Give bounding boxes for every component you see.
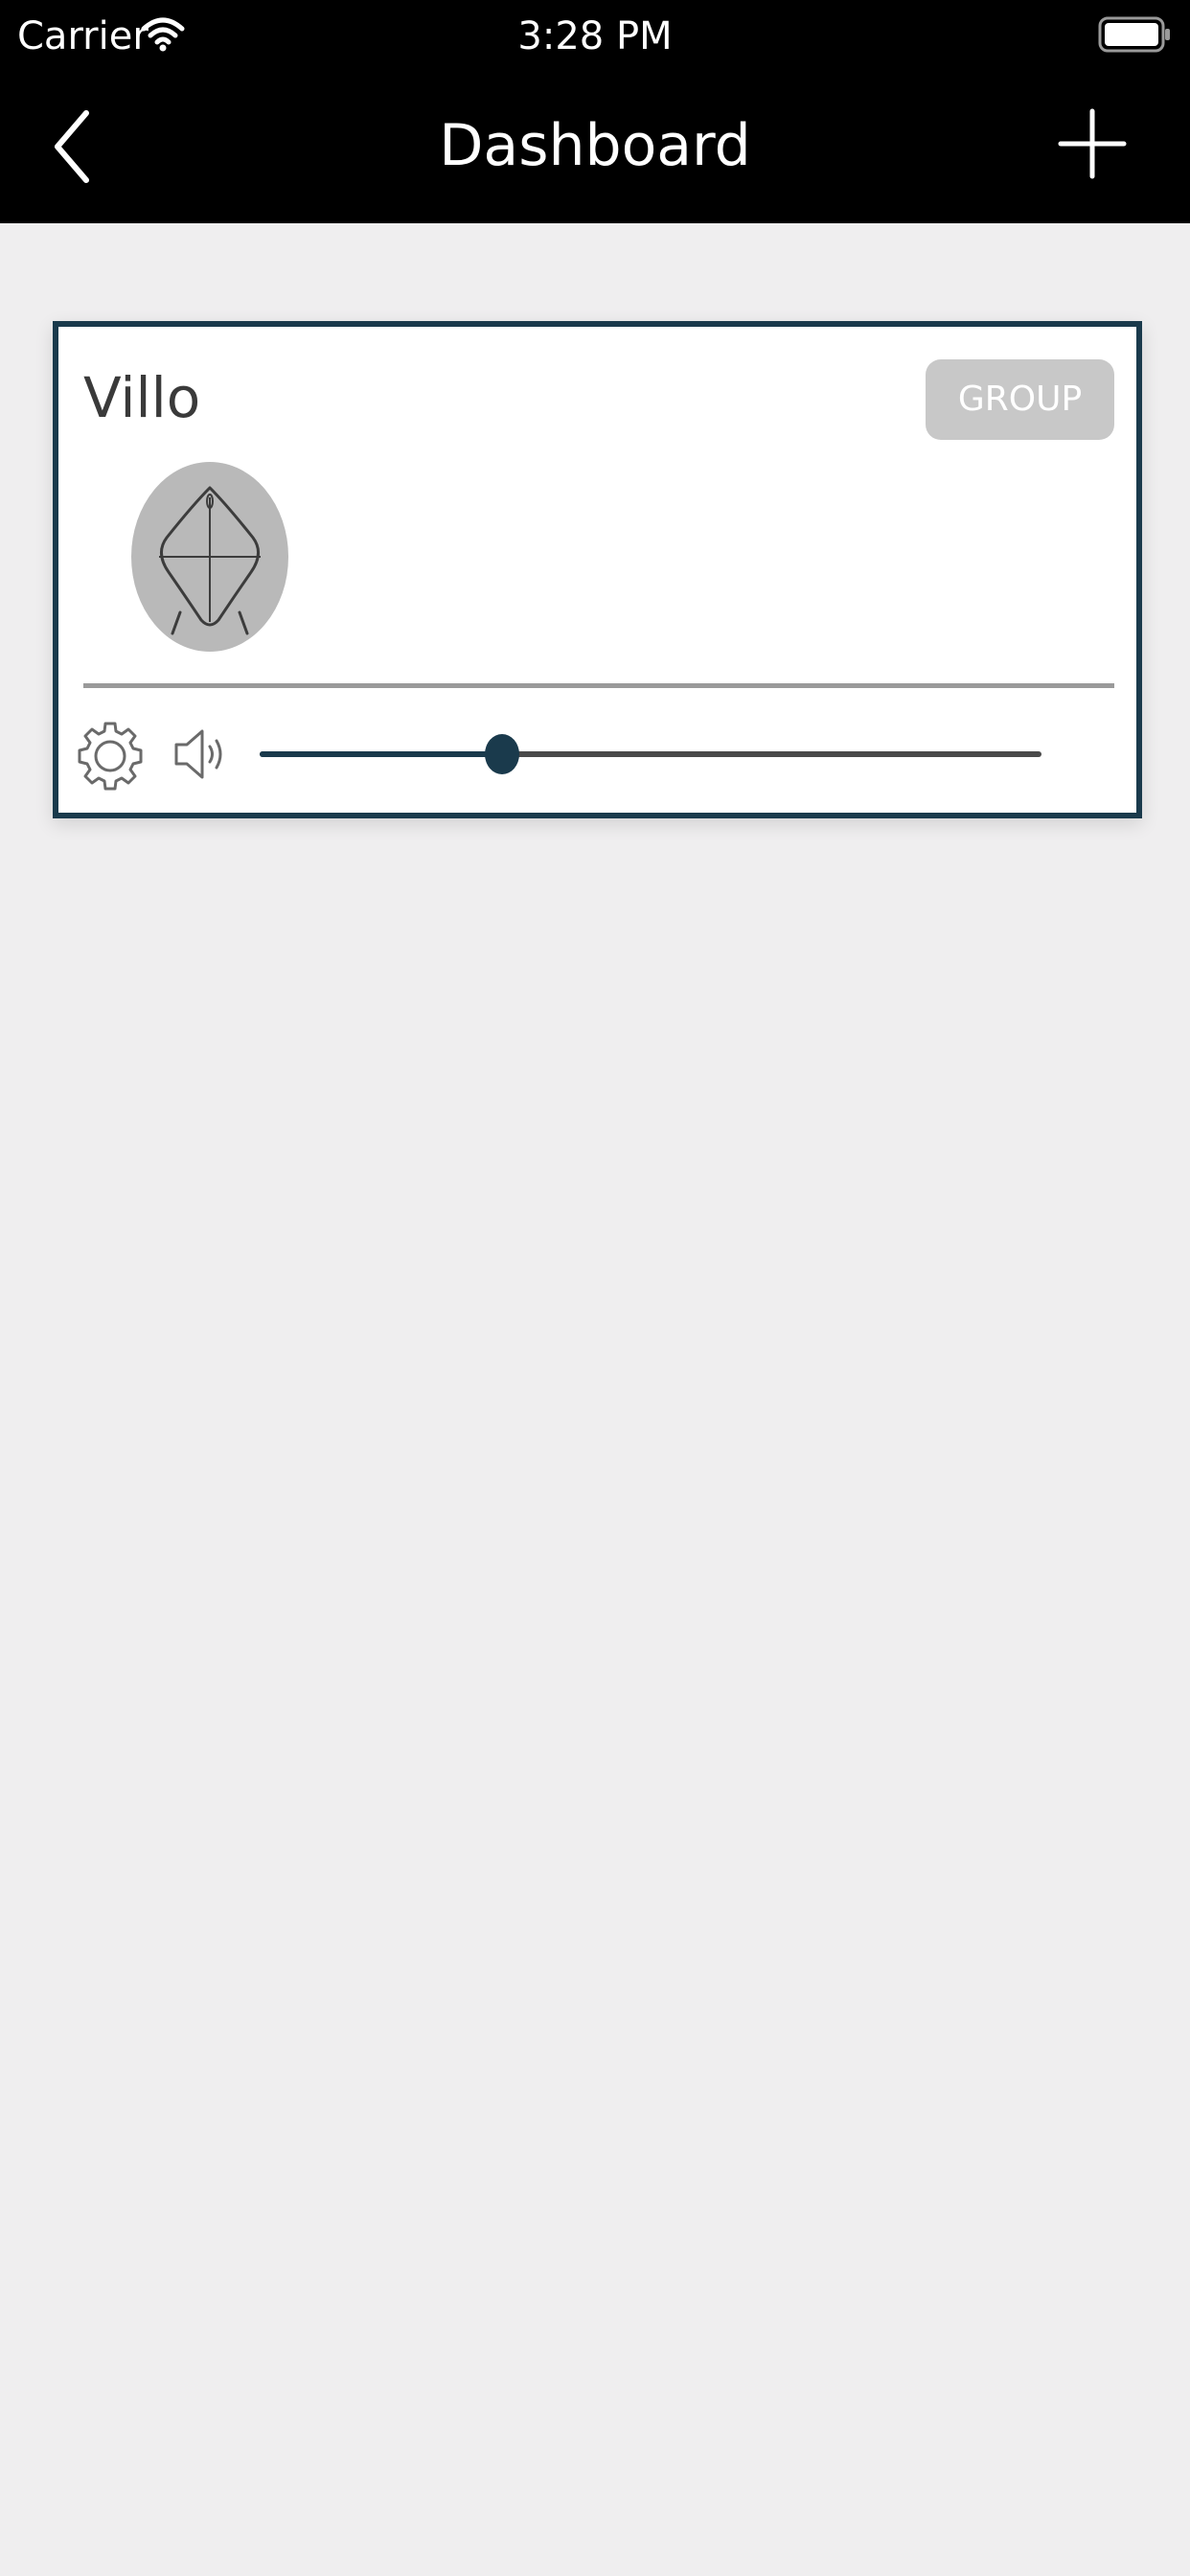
- card-divider: [83, 683, 1114, 688]
- device-card[interactable]: Villo GROUP: [53, 321, 1142, 818]
- gear-icon[interactable]: [78, 718, 143, 794]
- slider-fill: [260, 751, 502, 757]
- device-speaker-icon[interactable]: [130, 461, 289, 653]
- top-bar: Carrier 3:28 PM Dashboard: [0, 0, 1190, 223]
- group-button[interactable]: GROUP: [926, 359, 1114, 440]
- volume-slider[interactable]: [260, 733, 1041, 777]
- plus-icon: [1058, 108, 1127, 179]
- add-button[interactable]: [1058, 105, 1127, 182]
- status-time: 3:28 PM: [517, 14, 673, 58]
- page-title: Dashboard: [439, 112, 751, 179]
- slider-thumb[interactable]: [484, 734, 519, 774]
- battery-icon: [1098, 16, 1170, 53]
- speaker-volume-icon[interactable]: [173, 725, 229, 783]
- device-name: Villo: [83, 365, 201, 430]
